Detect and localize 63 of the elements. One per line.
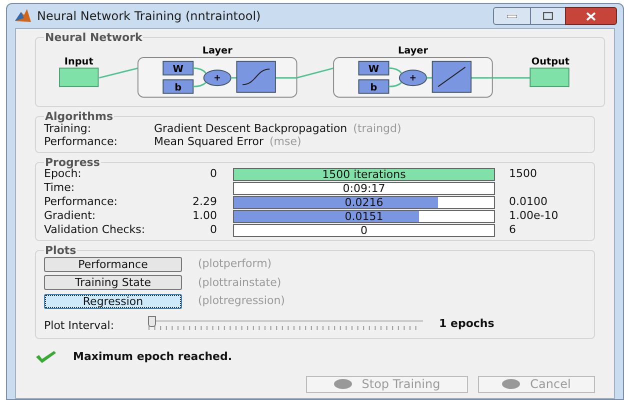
maximize-button[interactable]: [531, 7, 565, 25]
minimize-button[interactable]: [493, 7, 531, 25]
plot-interval-reading: 1 epochs: [439, 316, 494, 332]
progress-label: Performance:: [44, 194, 118, 210]
progress-label: Validation Checks:: [44, 222, 146, 238]
output-label: Output: [531, 56, 570, 68]
start-value: 0: [210, 222, 217, 238]
close-button[interactable]: [565, 7, 617, 25]
stop-icon: [334, 379, 352, 389]
linear-transfer-icon: [432, 60, 472, 93]
slider-thumb[interactable]: [148, 316, 156, 326]
algorithm-name: Gradient Descent Backpropagation: [154, 122, 348, 135]
progress-label: Time:: [44, 180, 76, 196]
start-value: 0: [210, 166, 217, 182]
plot-function: (plotregression): [198, 293, 285, 309]
status-message: Maximum epoch reached.: [73, 349, 232, 365]
target-value: 1.00e-10: [509, 208, 558, 224]
start-value: 1.00: [192, 208, 217, 224]
algorithm-code: (mse): [269, 135, 302, 148]
algorithm-name: Mean Squared Error: [154, 135, 264, 148]
plot-function: (plottrainstate): [198, 274, 282, 290]
group-title: Progress: [44, 157, 101, 168]
maximize-icon: [543, 12, 553, 20]
app-logo-icon: [15, 9, 31, 23]
group-title: Algorithms: [44, 111, 114, 122]
algorithm-label: Performance:: [44, 135, 118, 148]
sum-node: +: [398, 70, 427, 86]
sum-node: +: [203, 70, 232, 86]
target-value: 6: [509, 222, 516, 238]
output-node: [530, 68, 570, 88]
input-label: Input: [64, 56, 94, 68]
progress-reading: 1500 iterations: [321, 169, 407, 180]
bias-node: b: [358, 79, 390, 94]
plot-function: (plotperform): [198, 256, 272, 272]
progress-label: Epoch:: [44, 167, 82, 182]
input-node: [59, 68, 99, 88]
plot-button[interactable]: Performance: [44, 256, 182, 272]
cancel-icon: [502, 379, 520, 389]
minimize-icon: [507, 14, 517, 18]
weight-node: W: [358, 60, 390, 76]
window-title: Neural Network Training (nntraintool): [37, 8, 261, 25]
progress-reading: 0: [360, 225, 368, 236]
algorithm-code: (traingd): [353, 122, 402, 135]
sigmoid-transfer-icon: [236, 60, 276, 93]
bias-node: b: [162, 79, 194, 94]
plot-interval-label: Plot Interval:: [44, 318, 116, 334]
target-value: 0.0100: [509, 194, 548, 210]
layer-title: Layer: [202, 46, 232, 57]
start-value: 2.29: [192, 194, 217, 210]
progress-label: Gradient:: [44, 208, 97, 224]
close-icon: [586, 12, 596, 20]
target-value: 1500: [509, 166, 537, 182]
layer-title: Layer: [398, 46, 428, 57]
checkmark-icon: [35, 350, 57, 364]
group-title: Neural Network: [44, 32, 144, 43]
progress-reading: 0.0151: [344, 211, 384, 222]
plot-button[interactable]: Training State: [44, 275, 182, 290]
algorithm-label: Training:: [44, 122, 92, 135]
plot-button[interactable]: Regression: [44, 294, 182, 309]
progress-reading: 0.0216: [344, 197, 384, 208]
group-title: Plots: [44, 245, 78, 256]
weight-node: W: [162, 60, 194, 76]
progress-reading: 0:09:17: [342, 183, 386, 194]
